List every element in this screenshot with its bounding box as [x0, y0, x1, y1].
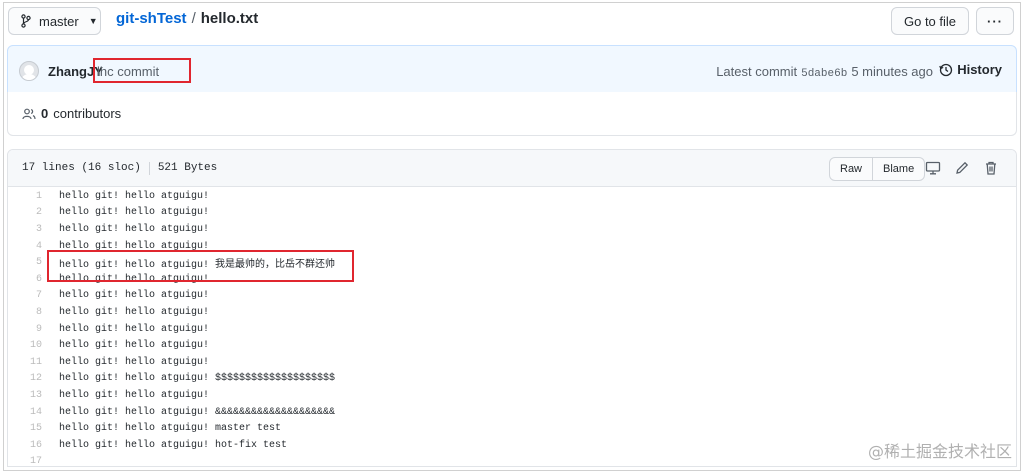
pencil-icon[interactable] [954, 160, 970, 176]
line-number[interactable]: 14 [8, 407, 46, 418]
code-body: 1 hello git! hello atguigu! 2 hello git! he… [8, 188, 1016, 466]
more-options-button[interactable]: ··· [976, 7, 1014, 35]
file-info: 17 lines (16 sloc) 521 Bytes [22, 162, 217, 175]
raw-blame-group: Raw Blame [829, 157, 926, 181]
code-line: 12 hello git! hello atguigu! $$$$$$$$$$$$… [8, 371, 1016, 388]
line-number[interactable]: 7 [8, 290, 46, 301]
line-content: hello git! hello atguigu! hot-fix test [59, 439, 288, 451]
line-content: hello git! hello atguigu! $$$$$$$$$$$$$$… [59, 373, 336, 385]
commit-time: 5 minutes ago [851, 64, 933, 79]
line-number[interactable]: 9 [8, 324, 46, 335]
highlight-annotation-box [93, 58, 191, 83]
code-line: 14 hello git! hello atguigu! &&&&&&&&&&&&… [8, 404, 1016, 421]
breadcrumb-file: hello.txt [200, 10, 259, 27]
line-number[interactable]: 4 [8, 241, 46, 252]
line-content: hello git! hello atguigu! master test [59, 423, 282, 435]
contributors-count: 0 [41, 106, 49, 121]
line-content: hello git! hello atguigu! [59, 389, 210, 401]
breadcrumb-separator: / [191, 10, 196, 27]
line-number[interactable]: 13 [8, 390, 46, 401]
branch-icon [21, 14, 31, 28]
blame-button[interactable]: Blame [872, 158, 924, 180]
latest-commit-info: Latest commit 5dabe6b 5 minutes ago [716, 64, 933, 80]
code-line: 1 hello git! hello atguigu! [8, 188, 1016, 205]
line-content: hello git! hello atguigu! &&&&&&&&&&&&&&… [59, 406, 336, 418]
line-number[interactable]: 17 [8, 456, 46, 466]
history-link[interactable]: History [939, 62, 1002, 77]
latest-commit-bar: ZhangJY lhc commit Latest commit 5dabe6b… [7, 45, 1017, 93]
code-line: 15 hello git! hello atguigu! master test [8, 420, 1016, 437]
code-line: 8 hello git! hello atguigu! [8, 304, 1016, 321]
contributors-label[interactable]: contributors [53, 106, 121, 121]
branch-name: master [39, 13, 79, 29]
breadcrumb: git-shTest / hello.txt [116, 10, 258, 27]
branch-select-button[interactable]: master ▼ [8, 7, 101, 35]
trash-icon[interactable] [983, 160, 999, 176]
file-viewer: 17 lines (16 sloc) 521 Bytes Raw Blame 1… [7, 149, 1017, 467]
highlight-annotation-box [47, 250, 354, 282]
file-size: 521 Bytes [157, 162, 218, 174]
line-number[interactable]: 3 [8, 224, 46, 235]
code-line: 3 hello git! hello atguigu! [8, 221, 1016, 238]
caret-down-icon: ▼ [88, 16, 98, 26]
line-number[interactable]: 11 [8, 357, 46, 368]
code-line: 13 hello git! hello atguigu! [8, 387, 1016, 404]
line-content: hello git! hello atguigu! [59, 306, 210, 318]
line-number[interactable]: 16 [8, 440, 46, 451]
line-number[interactable]: 12 [8, 373, 46, 384]
avatar[interactable] [19, 61, 39, 81]
file-header: 17 lines (16 sloc) 521 Bytes Raw Blame [8, 150, 1016, 187]
file-line-count: 17 lines (16 sloc) [22, 162, 141, 174]
line-number[interactable]: 1 [8, 191, 46, 202]
latest-commit-label: Latest commit [716, 64, 798, 79]
code-line: 16 hello git! hello atguigu! hot-fix test [8, 437, 1016, 454]
desktop-icon[interactable] [925, 160, 941, 176]
line-number[interactable]: 6 [8, 274, 46, 285]
line-number[interactable]: 8 [8, 307, 46, 318]
code-line: 9 hello git! hello atguigu! [8, 321, 1016, 338]
code-line: 11 hello git! hello atguigu! [8, 354, 1016, 371]
people-icon [22, 108, 36, 119]
line-number[interactable]: 15 [8, 423, 46, 434]
code-line: 17 [8, 454, 1016, 466]
line-content: hello git! hello atguigu! [59, 340, 210, 352]
breadcrumb-repo-link[interactable]: git-shTest [116, 10, 187, 27]
history-icon [939, 63, 953, 76]
code-line: 7 hello git! hello atguigu! [8, 288, 1016, 305]
line-number[interactable]: 2 [8, 207, 46, 218]
line-content: hello git! hello atguigu! [59, 190, 210, 202]
commit-sha-link[interactable]: 5dabe6b [801, 68, 847, 80]
line-number[interactable]: 5 [8, 257, 46, 268]
watermark: @稀土掘金技术社区 [867, 442, 1012, 461]
line-content: hello git! hello atguigu! [59, 223, 210, 235]
history-label: History [957, 62, 1002, 77]
code-line: 2 hello git! hello atguigu! [8, 205, 1016, 222]
contributors-bar: 0 contributors [7, 92, 1017, 136]
file-info-divider [148, 162, 150, 175]
line-content: hello git! hello atguigu! [59, 323, 210, 335]
line-content: hello git! hello atguigu! [59, 356, 210, 368]
line-content: hello git! hello atguigu! [59, 207, 210, 219]
go-to-file-button[interactable]: Go to file [891, 7, 969, 35]
line-content: hello git! hello atguigu! [59, 290, 210, 302]
raw-button[interactable]: Raw [830, 158, 872, 180]
code-line: 10 hello git! hello atguigu! [8, 337, 1016, 354]
line-number[interactable]: 10 [8, 340, 46, 351]
